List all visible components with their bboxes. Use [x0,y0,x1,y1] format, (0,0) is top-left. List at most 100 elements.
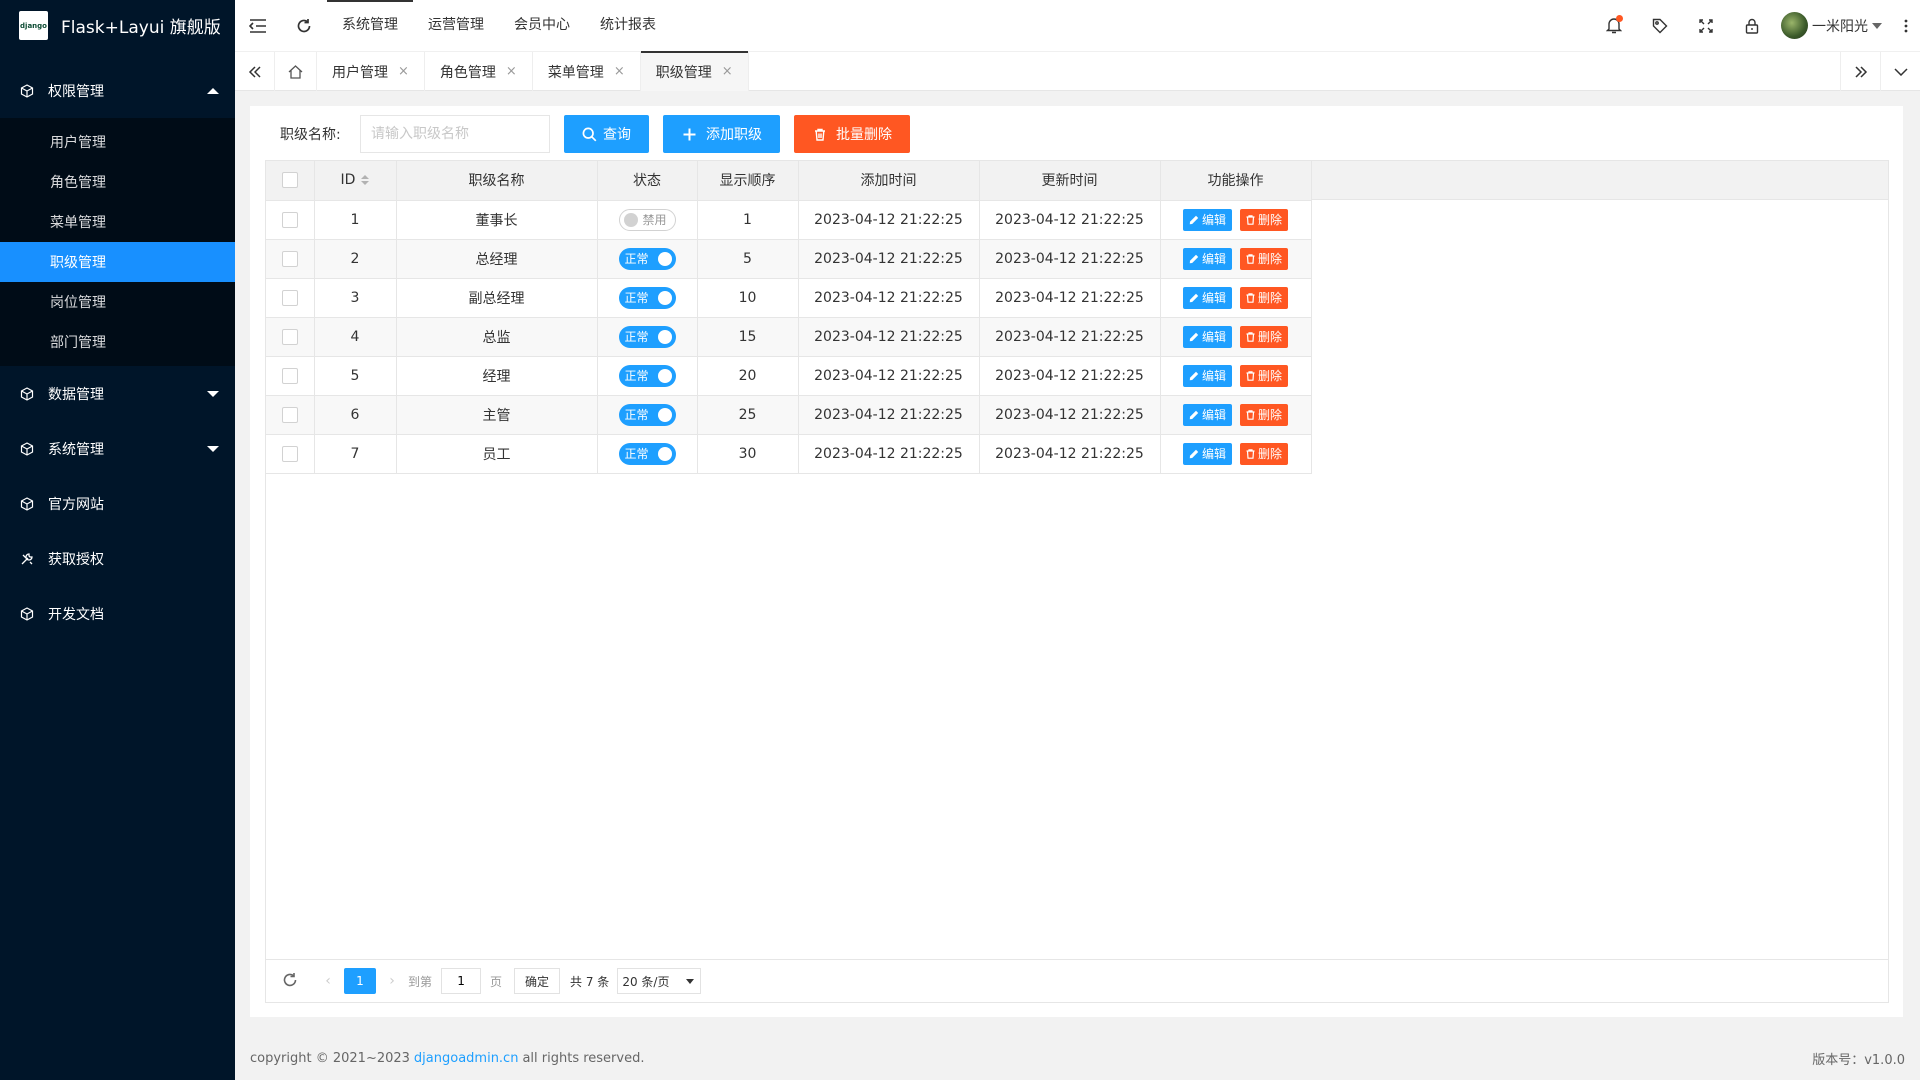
table-row[interactable]: 7 员工 正常 30 2023-04-12 21:22:25 2023-04-12 21:… [266,434,1312,474]
table-body: 1 董事长 禁用 1 2023-04-12 21:22:25 2023-04-12 21:… [266,200,1312,474]
page-number-current[interactable]: 1 [344,968,376,994]
query-button[interactable]: 查询 [564,115,649,153]
table-row[interactable]: 2 总经理 正常 5 2023-04-12 21:22:25 2023-04-12 21:… [266,239,1312,279]
delete-button[interactable]: 删除 [1240,442,1289,465]
next-page-icon[interactable]: › [382,973,402,989]
sort-icon[interactable] [361,175,370,186]
top-nav-system[interactable]: 系统管理 [327,0,413,51]
tabs-scroll-left-icon[interactable] [235,52,275,91]
top-nav-reports[interactable]: 统计报表 [585,0,671,51]
sidebar-item-users[interactable]: 用户管理 [0,122,235,162]
delete-button[interactable]: 删除 [1240,286,1289,309]
delete-button[interactable]: 删除 [1240,364,1289,387]
row-select-cell [266,434,315,474]
status-toggle[interactable]: 正常 [618,325,676,348]
status-toggle[interactable]: 正常 [618,286,676,309]
table-row[interactable]: 4 总监 正常 15 2023-04-12 21:22:25 2023-04-12 21:… [266,317,1312,357]
delete-label: 删除 [1258,330,1283,344]
row-checkbox[interactable] [281,406,298,423]
goto-confirm-button[interactable]: 确定 [514,968,561,994]
tab-users[interactable]: 用户管理 × [317,52,425,91]
row-checkbox[interactable] [281,211,298,228]
toggle-knob [657,290,672,305]
edit-button[interactable]: 编辑 [1182,286,1232,309]
table-row[interactable]: 1 董事长 禁用 1 2023-04-12 21:22:25 2023-04-12 21:… [266,200,1312,240]
tabs-right-controls [1840,52,1920,91]
copyright-prefix: copyright © 2021~2023 [250,1051,410,1066]
edit-button[interactable]: 编辑 [1182,208,1232,231]
edit-button[interactable]: 编辑 [1182,442,1232,465]
close-icon[interactable]: × [614,64,625,79]
col-id[interactable]: ID [314,161,397,201]
delete-button[interactable]: 删除 [1240,208,1289,231]
sidebar-item-departments[interactable]: 部门管理 [0,322,235,362]
sidebar-item-menus[interactable]: 菜单管理 [0,202,235,242]
tag-icon[interactable] [1637,0,1683,51]
cell-created: 2023-04-12 21:22:25 [798,200,980,240]
top-nav-members[interactable]: 会员中心 [499,0,585,51]
tab-roles[interactable]: 角色管理 × [425,52,533,91]
user-menu[interactable]: 一米阳光 [1775,12,1892,39]
home-icon[interactable] [275,52,317,91]
row-checkbox[interactable] [281,289,298,306]
delete-button[interactable]: 删除 [1240,247,1289,270]
delete-button[interactable]: 删除 [1240,403,1289,426]
fullscreen-icon[interactable] [1683,0,1729,51]
sidebar-item-docs[interactable]: 开发文档 [0,586,235,641]
tab-menus[interactable]: 菜单管理 × [533,52,641,91]
table-row[interactable]: 6 主管 正常 25 2023-04-12 21:22:25 2023-04-12 21:… [266,395,1312,435]
sidebar-item-official-site[interactable]: 官方网站 [0,476,235,531]
lock-icon[interactable] [1729,0,1775,51]
sidebar-item-roles[interactable]: 角色管理 [0,162,235,202]
menu-fold-icon[interactable] [235,0,281,51]
footer-link[interactable]: djangoadmin.cn [414,1051,519,1066]
tabs-scroll-right-icon[interactable] [1840,52,1880,91]
tab-levels[interactable]: 职级管理 × [640,51,749,91]
edit-button[interactable]: 编辑 [1182,364,1232,387]
app-logo[interactable]: django Flask+Layui 旗舰版 [0,0,235,51]
edit-button[interactable]: 编辑 [1182,325,1232,348]
goto-page-input[interactable] [441,968,482,994]
sidebar-group-system[interactable]: 系统管理 [0,421,235,476]
page-size-select[interactable]: 20 条/页 [617,968,702,994]
sidebar-group-permissions[interactable]: 权限管理 [0,63,235,118]
tab-label: 职级管理 [655,64,712,81]
level-name-input[interactable] [360,115,550,153]
close-icon[interactable]: × [506,64,517,79]
cube-icon [20,606,34,621]
more-vertical-icon[interactable] [1892,0,1920,51]
status-toggle[interactable]: 禁用 [618,208,676,231]
search-icon [582,127,597,141]
row-checkbox[interactable] [281,328,298,345]
delete-button[interactable]: 删除 [1240,325,1289,348]
batch-delete-button[interactable]: 批量删除 [794,115,910,153]
sidebar-group-data[interactable]: 数据管理 [0,366,235,421]
close-icon[interactable]: × [722,64,733,79]
table-row[interactable]: 3 副总经理 正常 10 2023-04-12 21:22:25 2023-04-12 2… [266,278,1312,318]
row-checkbox[interactable] [281,445,298,462]
col-updated: 更新时间 [979,161,1161,201]
cell-status: 正常 [597,317,698,357]
table-row[interactable]: 5 经理 正常 20 2023-04-12 21:22:25 2023-04-12 21:… [266,356,1312,396]
row-checkbox[interactable] [281,250,298,267]
status-toggle[interactable]: 正常 [618,403,676,426]
prev-page-icon[interactable]: ‹ [318,973,338,989]
sidebar-item-positions[interactable]: 岗位管理 [0,282,235,322]
status-toggle[interactable]: 正常 [618,442,676,465]
close-icon[interactable]: × [398,64,409,79]
status-toggle[interactable]: 正常 [618,364,676,387]
sidebar-item-license[interactable]: 获取授权 [0,531,235,586]
edit-button[interactable]: 编辑 [1182,403,1232,426]
sidebar-item-levels[interactable]: 职级管理 [0,242,235,282]
add-level-button[interactable]: 添加职级 [663,115,780,153]
select-all-checkbox[interactable] [281,172,298,189]
cell-updated: 2023-04-12 21:22:25 [979,317,1161,357]
refresh-icon[interactable] [281,0,327,51]
row-checkbox[interactable] [281,367,298,384]
tabs-dropdown-icon[interactable] [1880,52,1920,91]
bell-icon[interactable] [1591,0,1637,51]
refresh-table-icon[interactable] [282,972,298,991]
edit-button[interactable]: 编辑 [1182,247,1232,270]
status-toggle[interactable]: 正常 [618,247,676,270]
top-nav-operations[interactable]: 运营管理 [413,0,499,51]
